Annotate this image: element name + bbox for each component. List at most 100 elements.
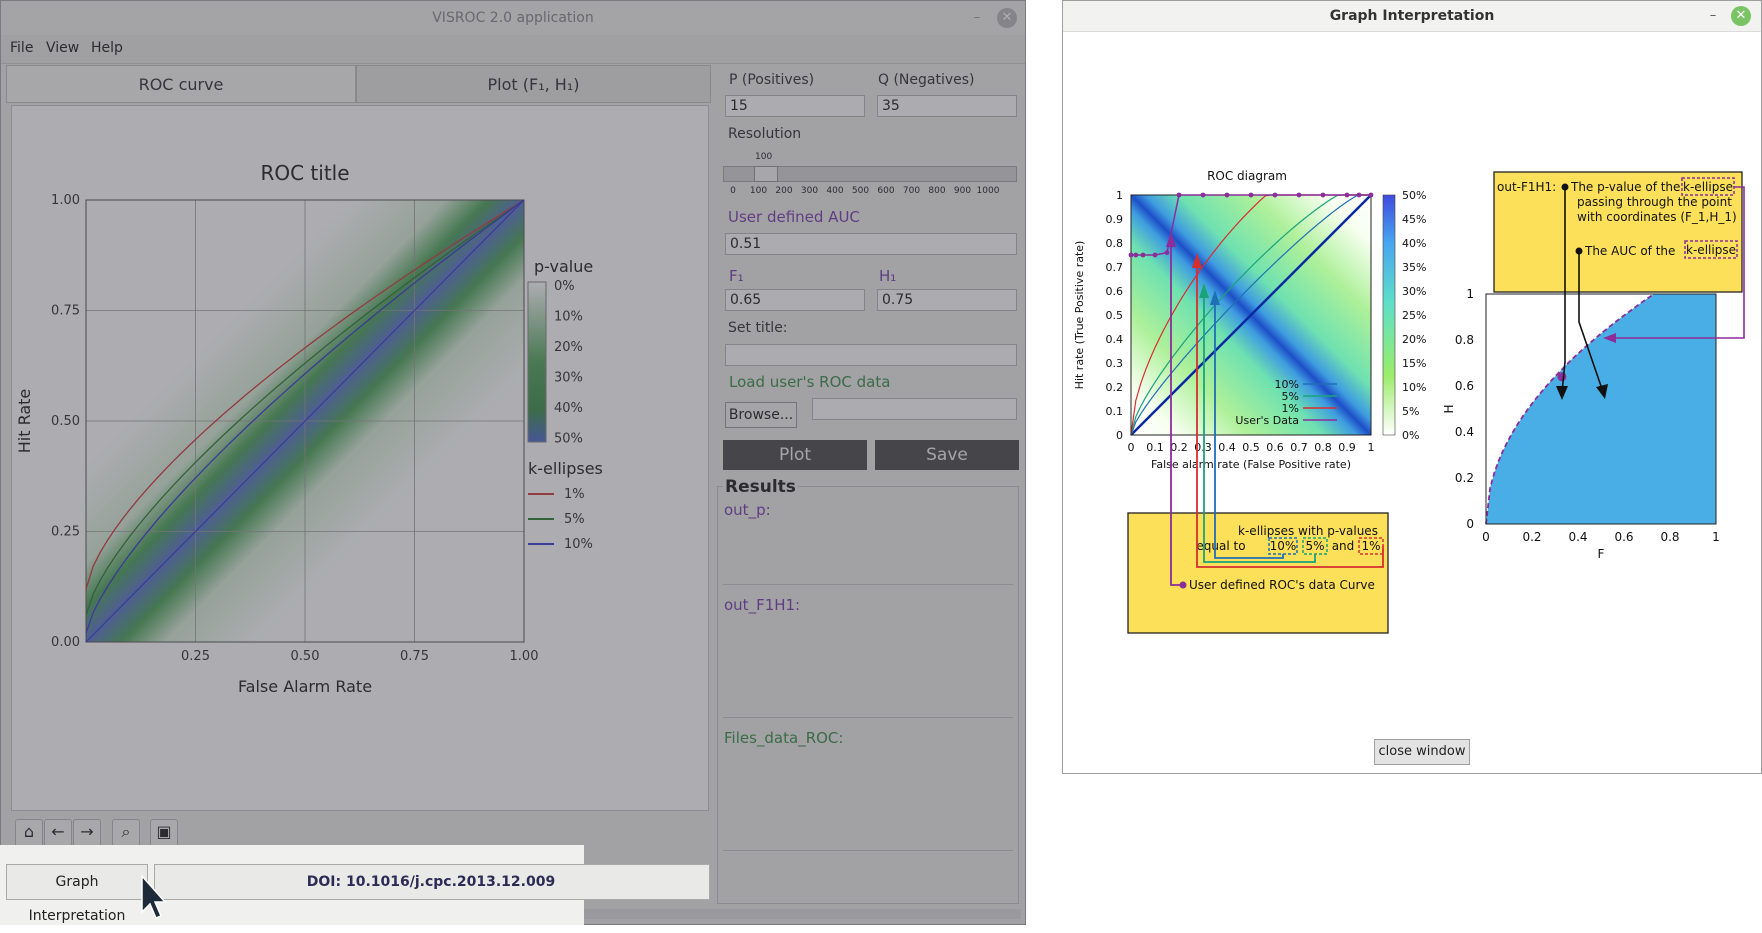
pvalue-legend-label: 30% xyxy=(554,371,583,386)
fh-x-tick: 0.6 xyxy=(1614,530,1633,544)
roc-colorbar-label: 20% xyxy=(1402,333,1426,346)
roc-y-tick: 0.1 xyxy=(1106,405,1124,418)
slider-value: 100 xyxy=(755,152,773,162)
save-icon[interactable]: ▣ xyxy=(150,819,178,847)
q-label: Q (Negatives) xyxy=(878,72,975,88)
slider-tick-label: 300 xyxy=(800,186,819,196)
browse-button[interactable]: Browse... xyxy=(725,402,797,428)
roc-y-label: Hit rate (True Positive rate) xyxy=(1073,241,1086,390)
p-label: P (Positives) xyxy=(729,72,815,88)
back-arrow-icon[interactable]: ← xyxy=(44,819,72,847)
user-data-point xyxy=(1368,192,1374,198)
user-data-point xyxy=(1296,192,1302,198)
roc-colorbar-label: 30% xyxy=(1402,285,1426,298)
k-ellipses-legend-title: k-ellipses xyxy=(528,459,603,478)
slider-tick-label: 200 xyxy=(775,186,793,196)
fh-x-tick: 0 xyxy=(1482,530,1490,544)
q-input[interactable]: 35 xyxy=(877,95,1017,117)
x-tick-label: 1.00 xyxy=(510,649,539,664)
slider-handle[interactable] xyxy=(754,166,778,182)
y-tick-label: 0.00 xyxy=(51,635,80,650)
f1-input[interactable]: 0.65 xyxy=(725,289,865,311)
separator xyxy=(723,584,1013,585)
callout-kellipse: k-ellipse xyxy=(1683,180,1733,194)
menu-file[interactable]: File xyxy=(10,40,33,56)
graph-interpretation-button[interactable]: Graph Interpretation xyxy=(6,864,148,924)
user-data-point xyxy=(1320,192,1326,198)
slider-tick-label: 0 xyxy=(730,186,736,196)
roc-plot-area: ROC title False Alarm Rate Hit Rate 0.25 0.5… xyxy=(11,105,709,811)
y-tick-label: 0.50 xyxy=(51,414,80,429)
x-axis-label: False Alarm Rate xyxy=(238,677,372,696)
interpretation-figure: ROC diagram 0 0.1 0.2 0.3 0.4 0.5 0.6 0.7 0.8 0.9 1… xyxy=(1073,169,1745,634)
zoom-icon[interactable]: ⌕ xyxy=(112,819,140,847)
load-data-label: Load user's ROC data xyxy=(729,373,891,391)
callout-1pct: 1% xyxy=(1361,539,1380,553)
roc-x-tick: 0.2 xyxy=(1170,441,1188,454)
pvalue-legend-label: 20% xyxy=(554,340,583,355)
tab-roc-curve[interactable]: ROC curve xyxy=(6,65,356,103)
y-tick-label: 0.75 xyxy=(51,304,80,319)
roc-chart: ROC title False Alarm Rate Hit Rate 0.25 0.5… xyxy=(15,161,603,696)
close-icon[interactable]: ✕ xyxy=(1731,6,1751,26)
roc-colorbar-label: 45% xyxy=(1402,213,1426,226)
roc-y-tick: 0.5 xyxy=(1106,309,1124,322)
slider-ticks: 0 100 200 300 400 500 600 700 800 900 1000 xyxy=(723,186,1017,198)
results-title: Results xyxy=(723,477,798,497)
callout-auc-line: The AUC of the xyxy=(1584,244,1675,258)
out-p-label: out_p: xyxy=(724,501,771,519)
callout-kellipse-2: k-ellipse xyxy=(1686,243,1736,257)
resolution-slider[interactable] xyxy=(723,166,1017,182)
x-tick-label: 0.50 xyxy=(291,649,320,664)
fh-point xyxy=(1557,372,1567,382)
fh-y-tick: 0.2 xyxy=(1455,471,1474,485)
user-data-point xyxy=(1140,252,1146,258)
roc-colorbar-label: 10% xyxy=(1402,381,1426,394)
minimize-icon[interactable]: – xyxy=(1703,6,1723,26)
roc-x-tick: 0.4 xyxy=(1218,441,1236,454)
title-input[interactable] xyxy=(725,344,1017,366)
auc-input[interactable]: 0.51 xyxy=(725,233,1017,255)
roc-colorbar-label: 0% xyxy=(1402,429,1419,442)
roc-colorbar-label: 40% xyxy=(1402,237,1426,250)
fh-y-tick: 0.4 xyxy=(1455,425,1474,439)
doi-text: DOI: 10.1016/j.cpc.2013.12.009 xyxy=(306,874,556,890)
tab-plot-f1h1[interactable]: Plot (F₁, H₁) xyxy=(356,65,711,103)
set-title-label: Set title: xyxy=(728,320,788,336)
forward-arrow-icon[interactable]: → xyxy=(73,819,101,847)
pvalue-legend-label: 10% xyxy=(554,310,583,325)
fh-y-tick: 0.8 xyxy=(1455,333,1474,347)
out-f1h1-label: out_F1H1: xyxy=(724,596,801,614)
close-window-button[interactable]: close window xyxy=(1374,739,1470,765)
save-button[interactable]: Save xyxy=(875,440,1019,470)
home-icon[interactable]: ⌂ xyxy=(15,819,43,847)
p-input[interactable]: 15 xyxy=(725,95,865,117)
h1-input[interactable]: 0.75 xyxy=(877,289,1017,311)
y-tick-label: 1.00 xyxy=(51,193,80,208)
callout-line1: k-ellipses with p-values xyxy=(1238,524,1378,538)
x-tick-label: 0.25 xyxy=(181,649,210,664)
menu-view[interactable]: View xyxy=(46,40,79,56)
y-axis-label: Hit Rate xyxy=(15,389,34,454)
roc-legend-label: User's Data xyxy=(1235,414,1299,427)
plot-button[interactable]: Plot xyxy=(723,440,867,470)
user-data-point xyxy=(1128,252,1134,258)
roc-colorbar-label: 50% xyxy=(1402,189,1426,202)
roc-colorbar-label: 5% xyxy=(1402,405,1419,418)
file-path-input[interactable] xyxy=(812,398,1017,420)
roc-y-tick: 0.4 xyxy=(1106,333,1124,346)
slider-tick-label: 500 xyxy=(851,186,870,196)
files-data-roc-label: Files_data_ROC: xyxy=(724,729,844,747)
callout-head: out-F1H1: xyxy=(1497,180,1556,194)
roc-x-tick: 0.1 xyxy=(1146,441,1164,454)
fh-x-tick: 0.8 xyxy=(1660,530,1679,544)
callout-coords-line: with coordinates (F_1,H_1) xyxy=(1577,210,1737,224)
callout-5pct: 5% xyxy=(1305,539,1324,553)
user-data-point xyxy=(1224,192,1230,198)
close-icon[interactable]: ✕ xyxy=(997,8,1017,28)
chart-title: ROC title xyxy=(260,161,349,185)
graph-interpretation-dialog: Graph Interpretation – ✕ ROC diagram 0 0.1… xyxy=(1062,0,1762,774)
y-tick-label: 0.25 xyxy=(51,525,80,540)
minimize-icon[interactable]: – xyxy=(967,8,987,28)
menu-help[interactable]: Help xyxy=(91,40,123,56)
